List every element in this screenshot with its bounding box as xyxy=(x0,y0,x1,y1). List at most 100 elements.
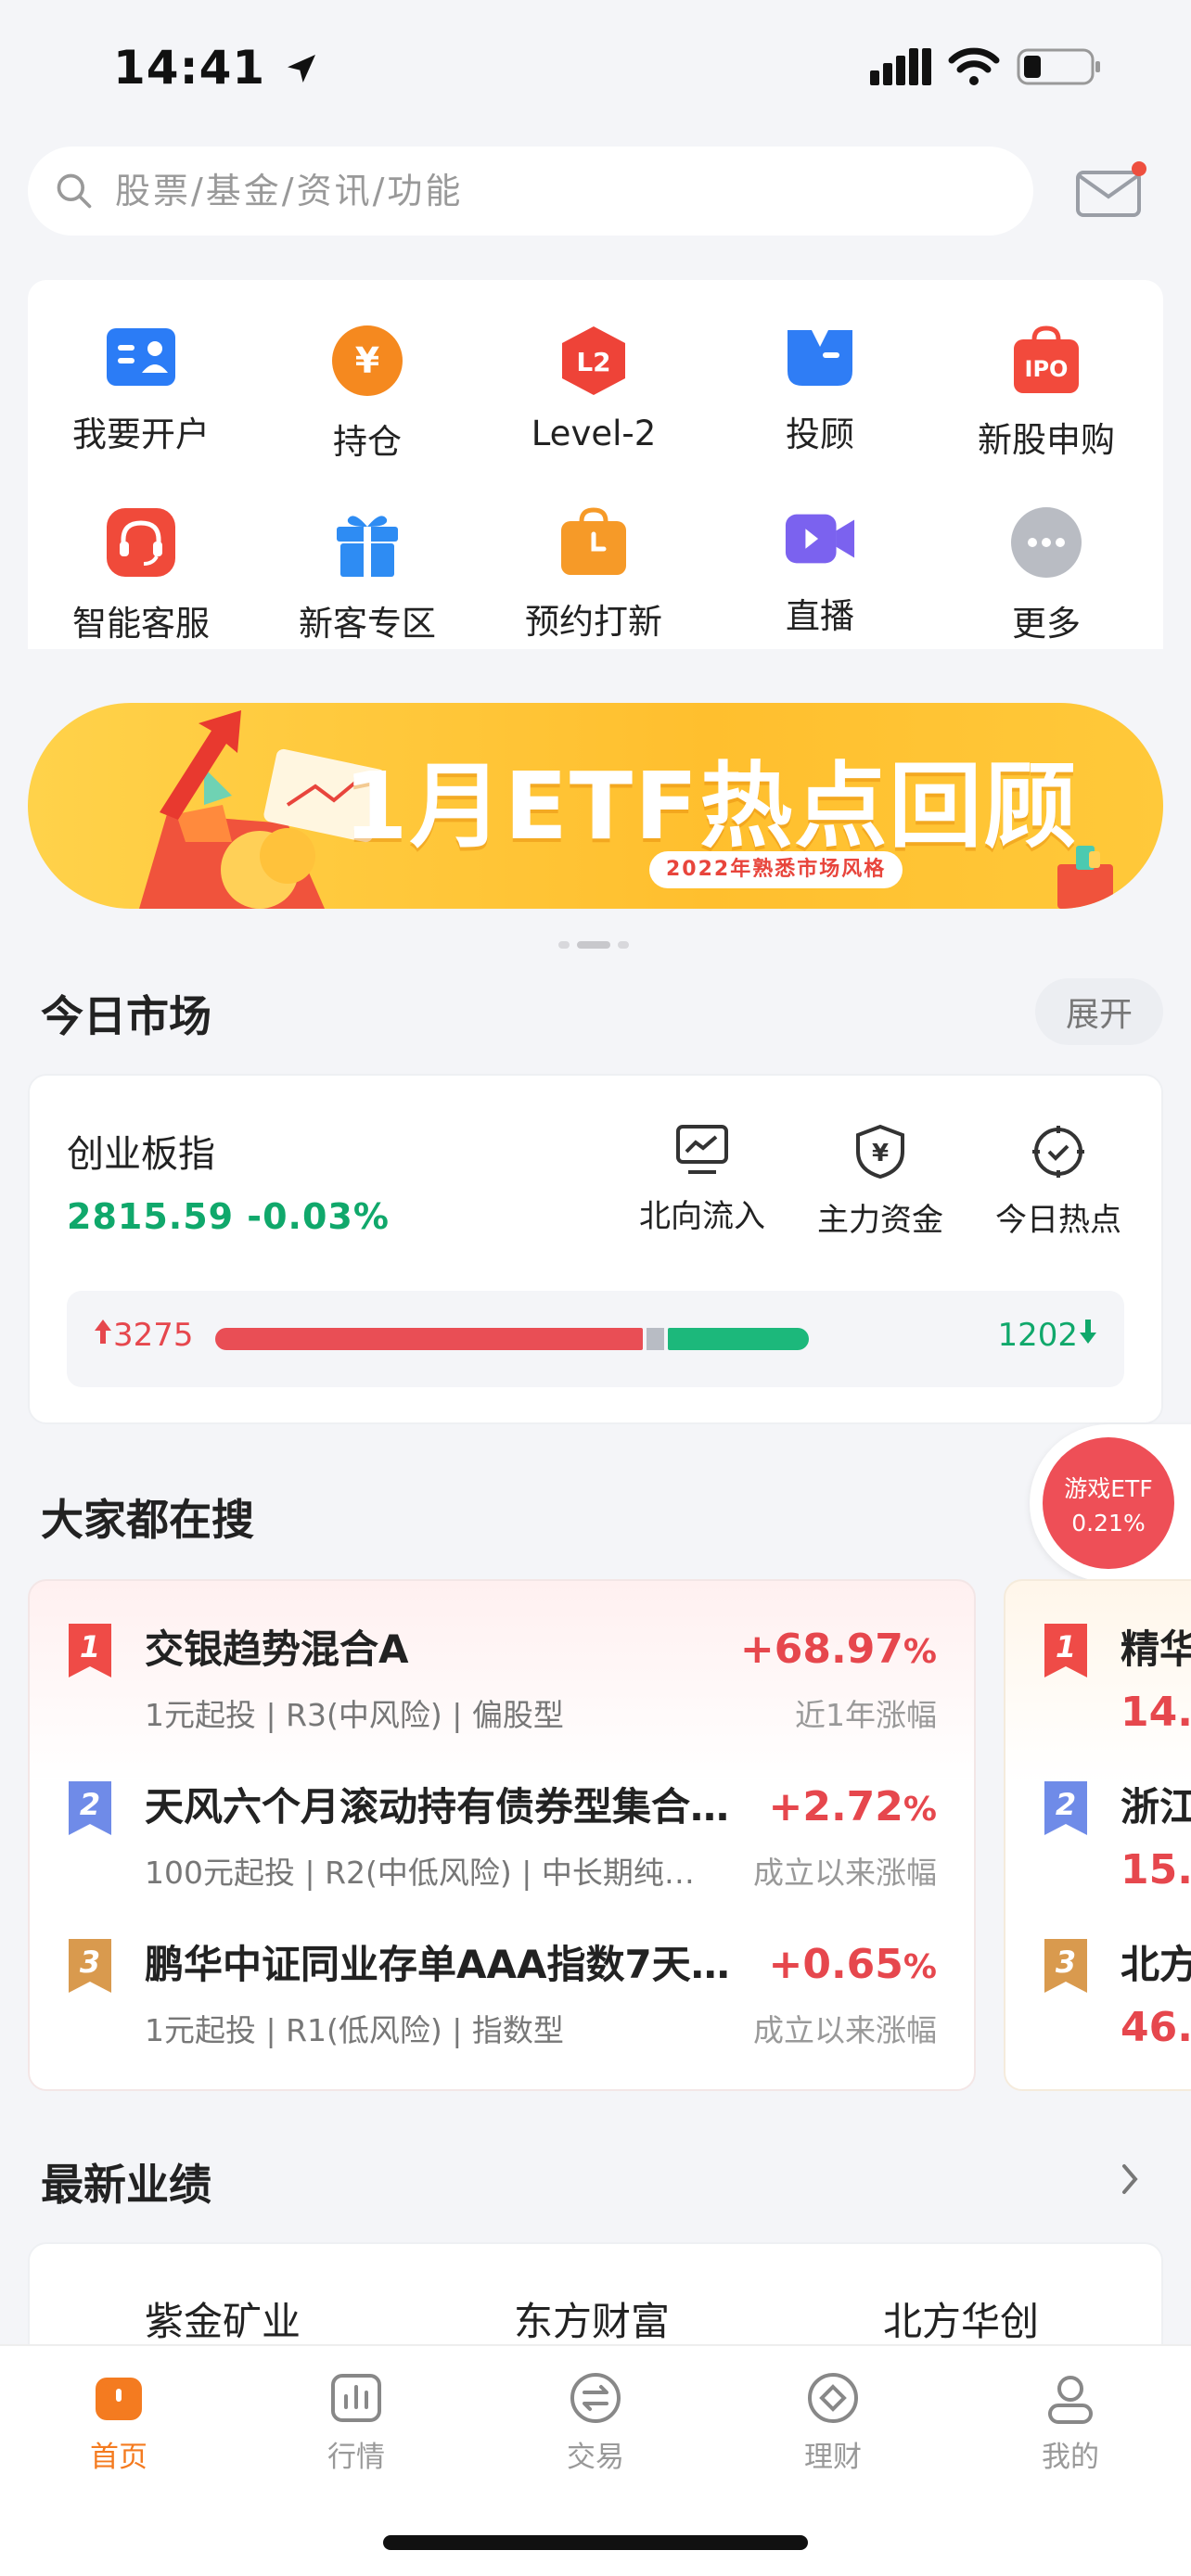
menu-open-account[interactable]: 我要开户 xyxy=(28,280,254,456)
tab-label: 交易 xyxy=(567,2441,624,2474)
svg-text:2: 2 xyxy=(1056,1787,1076,1822)
fund-return: +68.97% xyxy=(740,1626,937,1673)
tab-label: 理财 xyxy=(804,2441,862,2474)
floating-etf-name: 游戏ETF xyxy=(1064,1474,1153,1502)
quick-menu: 我要开户 ¥ 持仓 L2 Level-2 投顾 IPO 新股申购 智能客服 新客 xyxy=(28,280,1163,649)
chevron-right-icon[interactable] xyxy=(1117,2161,1143,2198)
fund-name[interactable]: 天风六个月滚动持有债券型集合… xyxy=(145,1776,785,1832)
index-name: 创业板指 xyxy=(67,1133,215,1176)
rank-1-badge-icon: 1 xyxy=(69,1624,111,1677)
search-bar[interactable] xyxy=(28,147,1033,236)
fund-meta: 100元起投 | R2(中低风险) | 中长期纯… xyxy=(145,1855,695,1891)
hot-list-card[interactable]: 1 交银趋势混合A +68.97% 1元起投 | R3(中风险) | 偏股型 近… xyxy=(28,1579,976,2091)
battery-icon xyxy=(1017,48,1100,85)
yuan-shield-icon: ¥ xyxy=(856,1124,904,1180)
mail-icon xyxy=(1076,161,1146,217)
headset-icon xyxy=(105,506,177,579)
main-capital-button[interactable]: ¥ 主力资金 xyxy=(801,1124,959,1240)
trend-monitor-icon xyxy=(676,1125,728,1174)
fund-name[interactable]: 鹏华中证同业存单AAA指数7天… xyxy=(145,1933,785,1990)
menu-ipo[interactable]: IPO 新股申购 xyxy=(933,280,1159,460)
tab-label: 我的 xyxy=(1042,2441,1099,2474)
promo-banner[interactable]: 1月ETF热点回顾 2022年熟悉市场风格 xyxy=(28,703,1163,909)
finance-icon xyxy=(808,2373,858,2423)
floating-etf-value: 0.21% xyxy=(1071,1509,1146,1537)
market-section-title: 今日市场 xyxy=(41,991,211,1041)
fund-return: +2.72% xyxy=(768,1783,937,1830)
profile-icon xyxy=(1048,2376,1093,2424)
menu-customer-service[interactable]: 智能客服 xyxy=(28,462,254,644)
fund-name[interactable]: 浙江 xyxy=(1121,1776,1191,1832)
market-breadth-bar: 3275 1202 xyxy=(67,1291,1124,1387)
more-dots-icon xyxy=(1010,506,1082,579)
svg-text:IPO: IPO xyxy=(1025,356,1069,382)
menu-live[interactable]: 直播 xyxy=(707,462,933,638)
fund-return-value: +2.72 xyxy=(768,1783,903,1830)
wifi-icon xyxy=(948,47,1000,85)
tool-label: 主力资金 xyxy=(817,1202,943,1239)
account-card-icon xyxy=(105,325,177,389)
chart-icon xyxy=(331,2374,381,2422)
menu-reserve-ipo[interactable]: 预约打新 xyxy=(480,462,707,642)
banner-title: 1月ETF热点回顾 xyxy=(343,752,1079,861)
tab-trade[interactable]: 交易 xyxy=(512,2370,679,2475)
advisor-badge-icon xyxy=(784,325,856,389)
tool-label: 今日热点 xyxy=(995,1202,1121,1239)
fund-name[interactable]: 精华 xyxy=(1121,1618,1191,1675)
svg-text:3: 3 xyxy=(80,1945,100,1980)
up-arrow-icon xyxy=(95,1320,111,1344)
tool-label: 北向流入 xyxy=(639,1198,765,1235)
tab-profile[interactable]: 我的 xyxy=(987,2370,1154,2475)
fund-return-unit: % xyxy=(903,1948,937,1986)
perf-company[interactable]: 东方财富 xyxy=(514,2290,670,2347)
tab-market[interactable]: 行情 xyxy=(273,2370,440,2475)
message-button[interactable] xyxy=(1076,159,1146,219)
hot-list-card-2[interactable]: 1 精华 14.1 2 浙江 15.9 3 北方 46.0 xyxy=(1004,1579,1191,2091)
menu-label: Level-2 xyxy=(531,414,657,453)
yuan-coin-icon: ¥ xyxy=(331,325,403,397)
advancers-value: 3275 xyxy=(113,1317,194,1354)
expand-button[interactable]: 展开 xyxy=(1035,978,1163,1045)
advancers-bar xyxy=(215,1328,643,1350)
banner-box-icon xyxy=(1057,846,1113,909)
svg-text:¥: ¥ xyxy=(872,1140,889,1167)
rank-2-badge-icon: 2 xyxy=(1044,1781,1087,1835)
home-indicator[interactable] xyxy=(383,2535,808,2550)
fund-return-note: 近1年涨幅 xyxy=(795,1697,937,1733)
today-hotspot-button[interactable]: 今日热点 xyxy=(980,1124,1137,1240)
advancers-count: 3275 xyxy=(93,1317,194,1354)
status-indicators xyxy=(870,46,1102,87)
fund-name[interactable]: 北方 xyxy=(1121,1933,1191,1990)
tab-finance[interactable]: 理财 xyxy=(749,2370,916,2475)
fund-name[interactable]: 交银趋势混合A xyxy=(145,1618,738,1675)
market-card[interactable]: 创业板指 2815.59 -0.03% 北向流入 ¥ 主力资金 今日热点 327… xyxy=(28,1074,1163,1424)
fund-return-value: 46.0 xyxy=(1121,2004,1191,2051)
menu-new-customer[interactable]: 新客专区 xyxy=(254,462,480,644)
svg-text:¥: ¥ xyxy=(355,340,379,381)
menu-advisor[interactable]: 投顾 xyxy=(707,280,933,456)
northbound-inflow-button[interactable]: 北向流入 xyxy=(623,1124,781,1236)
menu-level2[interactable]: L2 Level-2 xyxy=(480,280,707,456)
clock-bag-icon xyxy=(557,506,630,577)
svg-text:2: 2 xyxy=(80,1787,100,1822)
menu-more[interactable]: 更多 xyxy=(933,462,1159,644)
fund-return-unit: % xyxy=(903,1633,937,1671)
perf-company[interactable]: 紫金矿业 xyxy=(145,2290,301,2347)
fund-meta: 1元起投 | R3(中风险) | 偏股型 xyxy=(145,1697,564,1733)
fund-return-note: 成立以来涨幅 xyxy=(753,2012,937,2048)
floating-etf-widget[interactable]: 游戏ETF 0.21% xyxy=(1030,1424,1191,1582)
menu-label: 新客专区 xyxy=(299,604,436,644)
perf-company[interactable]: 北方华创 xyxy=(883,2290,1039,2347)
index-value: 2815.59 -0.03% xyxy=(67,1196,390,1237)
rank-2-badge-icon: 2 xyxy=(69,1781,111,1835)
page-dot xyxy=(558,941,570,949)
decliners-count: 1202 xyxy=(997,1317,1098,1354)
menu-holdings[interactable]: ¥ 持仓 xyxy=(254,280,480,462)
flat-bar xyxy=(647,1328,664,1350)
rank-3-badge-icon: 3 xyxy=(69,1939,111,1993)
target-clock-icon xyxy=(1032,1126,1084,1178)
floating-etf-ball[interactable]: 游戏ETF 0.21% xyxy=(1043,1437,1174,1569)
decliners-value: 1202 xyxy=(997,1317,1078,1354)
search-input[interactable] xyxy=(115,171,950,211)
tab-home[interactable]: 首页 xyxy=(35,2370,202,2475)
